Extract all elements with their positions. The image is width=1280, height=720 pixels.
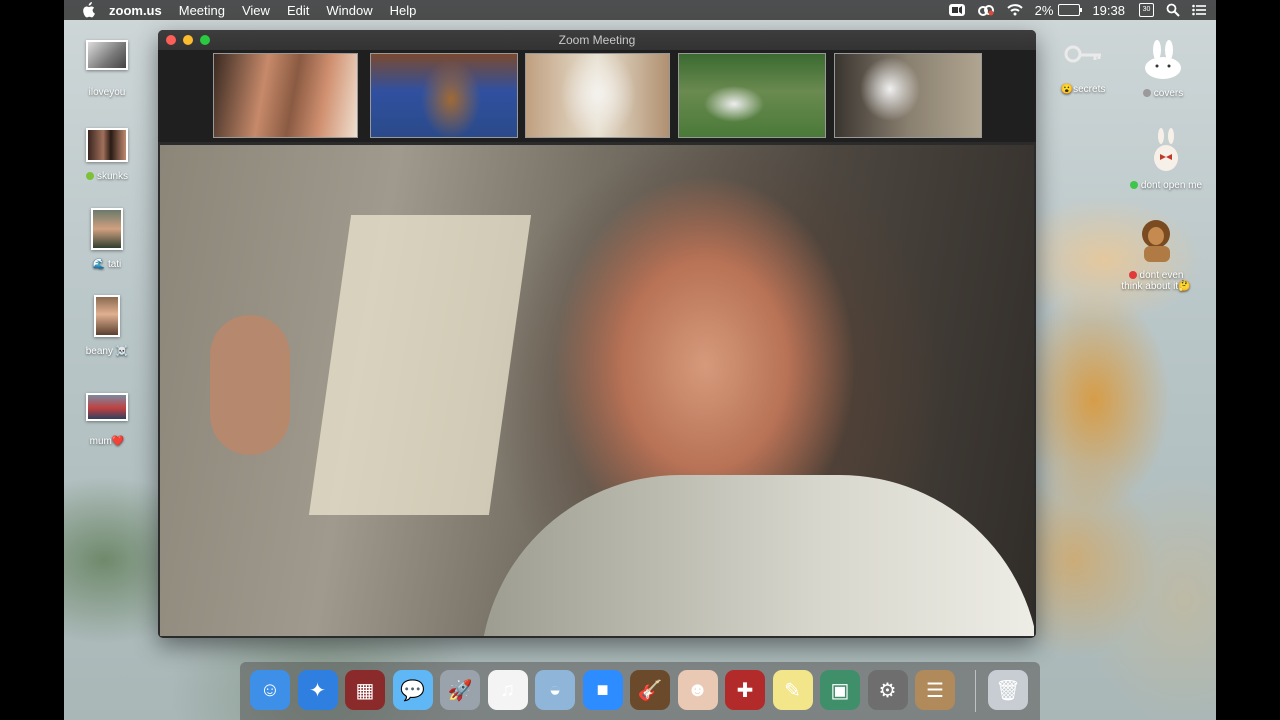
- desktop-item-dont-even-think-about-it[interactable]: dont even think about it🤔: [1106, 218, 1206, 292]
- trash-icon[interactable]: 🗑: [988, 670, 1028, 710]
- menu-bar: zoom.us Meeting View Edit Window Help 2%…: [64, 0, 1216, 20]
- thinking-emoji-icon: 🤔: [1178, 281, 1191, 292]
- itunes-icon[interactable]: ♫: [487, 670, 528, 710]
- zoom-status-icon[interactable]: [948, 0, 965, 20]
- desktop: zoom.us Meeting View Edit Window Help 2%…: [64, 0, 1216, 720]
- desktop-item-iloveyou[interactable]: iloveyou: [72, 40, 142, 98]
- lion-icon: [1134, 218, 1178, 264]
- minimize-window-button[interactable]: [183, 35, 193, 45]
- battery-icon[interactable]: [1058, 0, 1083, 20]
- creative-cloud-icon[interactable]: [977, 0, 995, 20]
- photo-booth-icon[interactable]: ▦: [345, 670, 385, 710]
- photo-app-icon[interactable]: ✚: [725, 670, 765, 710]
- clock[interactable]: 19:38: [1092, 0, 1125, 20]
- contacts-icon[interactable]: ☰: [915, 670, 955, 710]
- active-speaker-video[interactable]: [160, 145, 1034, 636]
- gray-tag-icon: [1142, 89, 1151, 97]
- portrait-photo-thumbnail: [94, 295, 120, 337]
- desktop-item-label: beany: [85, 346, 113, 357]
- participant-dogs-yard[interactable]: [678, 53, 826, 138]
- raised-hand: [210, 315, 290, 455]
- participant-strip: [158, 50, 1036, 142]
- face-app-icon[interactable]: ☻: [677, 670, 718, 710]
- calendar-icon[interactable]: 30: [1139, 0, 1154, 20]
- desktop-item-skunks[interactable]: skunks: [72, 128, 142, 182]
- desktop-item-label: dont open me: [1140, 180, 1203, 191]
- window-title: Zoom Meeting: [558, 33, 636, 47]
- friends-photo-thumbnail: [86, 128, 128, 162]
- zoom-window-button[interactable]: [200, 35, 210, 45]
- participant-man[interactable]: [213, 53, 358, 138]
- participant-white-dog[interactable]: [525, 53, 670, 138]
- stickies-icon[interactable]: ✎: [772, 670, 813, 710]
- wave-emoji-icon: 🌊: [92, 259, 106, 270]
- spotlight-search-icon[interactable]: [1166, 0, 1180, 20]
- surprised-emoji-icon: 😮: [1060, 84, 1074, 95]
- finder-icon[interactable]: ☺: [250, 670, 290, 710]
- sunlight-patch: [308, 215, 532, 515]
- desktop-item-label: mum: [89, 436, 112, 447]
- system-preferences-icon[interactable]: ⚙: [867, 670, 908, 710]
- desktop-item-label: secrets: [1073, 84, 1106, 95]
- seal-app-icon[interactable]: ◒: [535, 670, 575, 710]
- speaker-shirt: [480, 475, 1034, 636]
- launchpad-icon[interactable]: 🚀: [440, 670, 480, 710]
- desktop-item-tati[interactable]: 🌊 tati: [72, 208, 142, 270]
- desktop-item-mum[interactable]: mum❤️: [72, 393, 142, 447]
- green-tag-icon: [85, 172, 94, 180]
- desktop-item-label: skunks: [96, 171, 129, 182]
- notification-center-icon[interactable]: [1192, 0, 1206, 20]
- zoom-meeting-window[interactable]: Zoom Meeting: [158, 30, 1036, 638]
- desktop-item-covers[interactable]: covers: [1128, 40, 1198, 99]
- close-window-button[interactable]: [166, 35, 176, 45]
- desktop-item-label: covers: [1153, 88, 1184, 99]
- desktop-item-beany[interactable]: beany ☠️: [72, 295, 142, 357]
- desktop-item-label: tati: [107, 259, 122, 270]
- participant-dachshund[interactable]: [370, 53, 518, 138]
- menu-help[interactable]: Help: [390, 3, 417, 18]
- safari-icon[interactable]: ✦: [297, 670, 338, 710]
- keys-icon: [1061, 42, 1105, 70]
- desktop-item-dont-open-me[interactable]: dont open me: [1116, 128, 1216, 191]
- desktop-item-label: iloveyou: [88, 87, 126, 98]
- menu-view[interactable]: View: [242, 3, 270, 18]
- bunny-icon: [1141, 40, 1185, 80]
- desktop-item-label-line1: dont even: [1139, 270, 1184, 281]
- garageband-icon[interactable]: 🎸: [630, 670, 670, 710]
- messages-icon[interactable]: 💬: [392, 670, 433, 710]
- preview-icon[interactable]: ▣: [820, 670, 860, 710]
- window-titlebar[interactable]: Zoom Meeting: [158, 30, 1036, 50]
- menu-edit[interactable]: Edit: [287, 3, 309, 18]
- desktop-item-secrets[interactable]: 😮secrets: [1048, 42, 1118, 95]
- participant-husky[interactable]: [834, 53, 982, 138]
- landscape-photo-thumbnail: [86, 393, 128, 421]
- menu-window[interactable]: Window: [326, 3, 372, 18]
- menu-app-name[interactable]: zoom.us: [109, 3, 162, 18]
- skull-emoji-icon: ☠️: [115, 346, 129, 357]
- dock-separator: [975, 670, 976, 712]
- wifi-icon[interactable]: [1006, 0, 1023, 20]
- green-tag-icon: [1129, 181, 1138, 189]
- apple-menu-icon[interactable]: [81, 1, 95, 18]
- dock: ☺ ✦ ▦ 💬 🚀 ♫ ◒ ■ 🎸 ☻ ✚ ✎ ▣ ⚙ ☰ 🗑: [240, 662, 1040, 720]
- bunny-with-bow-icon: [1151, 128, 1181, 172]
- red-tag-icon: [1128, 271, 1137, 279]
- zoom-icon[interactable]: ■: [582, 670, 623, 710]
- selfie-photo-thumbnail: [91, 208, 123, 250]
- calendar-day: 30: [1139, 3, 1154, 17]
- desktop-item-label-line2: think about it: [1121, 281, 1179, 292]
- cat-photo-thumbnail: [86, 40, 128, 70]
- battery-percent[interactable]: 2%: [1035, 0, 1054, 20]
- heart-emoji-icon: ❤️: [111, 436, 125, 447]
- menu-meeting[interactable]: Meeting: [179, 3, 225, 18]
